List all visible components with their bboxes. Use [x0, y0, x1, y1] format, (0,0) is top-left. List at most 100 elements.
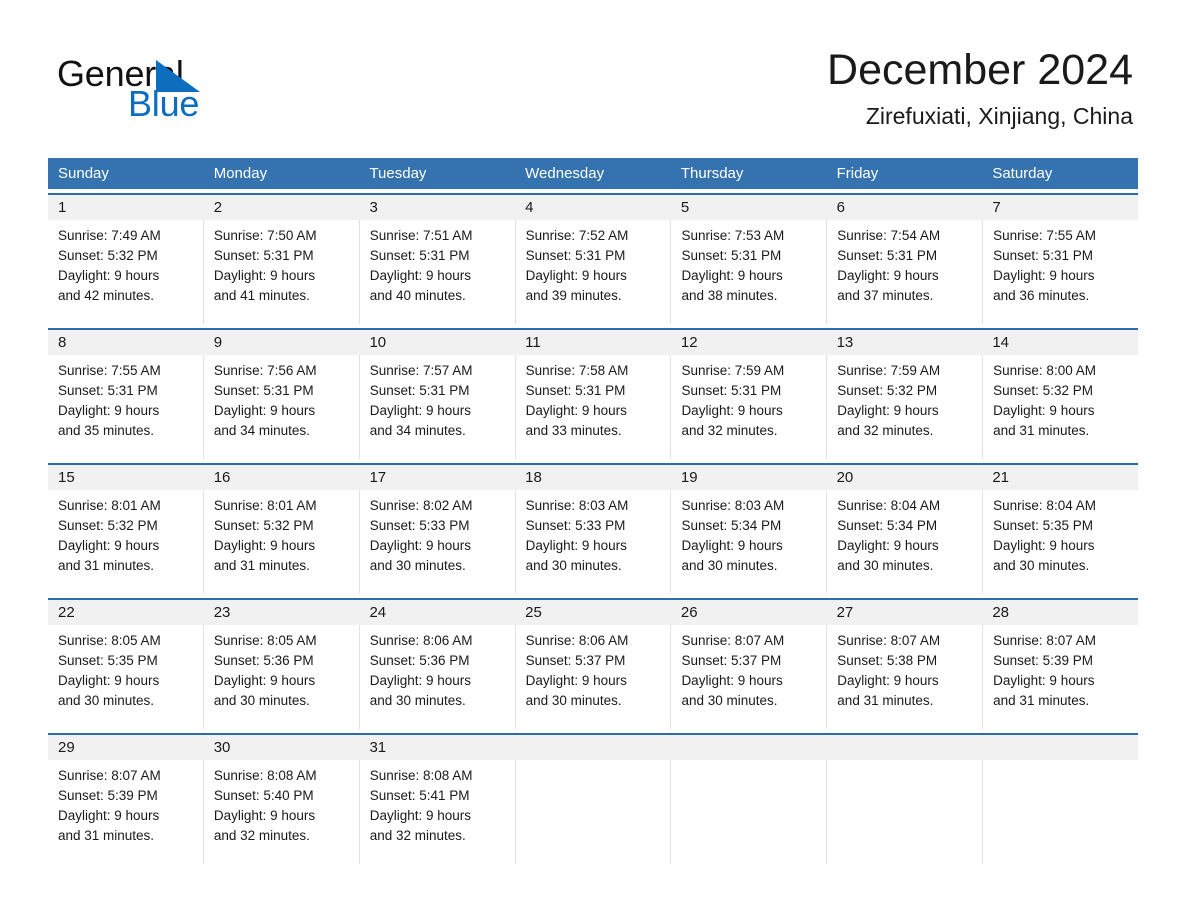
sunset-text: Sunset: 5:31 PM [837, 248, 938, 263]
day-cell[interactable]: Sunrise: 8:01 AM Sunset: 5:32 PM Dayligh… [48, 490, 204, 594]
week-row: 15 16 17 18 19 20 21 Sunrise: 8:01 AM Su… [48, 463, 1138, 594]
day-cell[interactable]: Sunrise: 7:59 AM Sunset: 5:31 PM Dayligh… [671, 355, 828, 459]
day-number[interactable]: 23 [204, 600, 360, 625]
day-number[interactable]: 26 [671, 600, 827, 625]
day-cell[interactable]: Sunrise: 8:06 AM Sunset: 5:36 PM Dayligh… [360, 625, 516, 729]
day-cell[interactable]: Sunrise: 8:04 AM Sunset: 5:35 PM Dayligh… [983, 490, 1138, 594]
sunrise-text: Sunrise: 7:56 AM [213, 363, 317, 378]
day-number[interactable]: 14 [982, 330, 1138, 355]
day-cell[interactable]: Sunrise: 7:55 AM Sunset: 5:31 PM Dayligh… [983, 220, 1138, 324]
week-detail-band: Sunrise: 8:07 AM Sunset: 5:39 PM Dayligh… [48, 760, 1138, 864]
day-cell[interactable]: Sunrise: 7:59 AM Sunset: 5:32 PM Dayligh… [827, 355, 984, 459]
day-cell[interactable]: Sunrise: 7:55 AM Sunset: 5:31 PM Dayligh… [48, 355, 204, 459]
day-number[interactable]: 5 [671, 195, 827, 220]
daylight-text-line2: and 32 minutes. [681, 423, 778, 438]
daylight-text-line2: and 30 minutes. [993, 558, 1090, 573]
day-number[interactable]: 2 [204, 195, 360, 220]
day-number[interactable]: 28 [982, 600, 1138, 625]
sunrise-text: Sunrise: 8:05 AM [58, 633, 161, 648]
day-cell[interactable]: Sunrise: 7:53 AM Sunset: 5:31 PM Dayligh… [671, 220, 828, 324]
sunset-text: Sunset: 5:38 PM [837, 653, 938, 668]
day-number[interactable]: 1 [48, 195, 204, 220]
daylight-text-line2: and 37 minutes. [837, 288, 934, 303]
day-cell[interactable]: Sunrise: 7:49 AM Sunset: 5:32 PM Dayligh… [48, 220, 204, 324]
day-number[interactable]: 16 [204, 465, 360, 490]
day-cell[interactable]: Sunrise: 8:03 AM Sunset: 5:34 PM Dayligh… [671, 490, 828, 594]
day-number[interactable]: 19 [671, 465, 827, 490]
logo-text-blue: Blue [128, 83, 200, 124]
day-number[interactable]: 20 [827, 465, 983, 490]
day-cell[interactable]: Sunrise: 8:03 AM Sunset: 5:33 PM Dayligh… [516, 490, 672, 594]
daylight-text-line1: Daylight: 9 hours [993, 403, 1095, 418]
day-number[interactable]: 4 [515, 195, 671, 220]
day-number[interactable]: 6 [827, 195, 983, 220]
day-number[interactable]: 15 [48, 465, 204, 490]
sunset-text: Sunset: 5:32 PM [58, 248, 158, 263]
day-number[interactable]: 3 [359, 195, 515, 220]
day-cell[interactable]: Sunrise: 8:02 AM Sunset: 5:33 PM Dayligh… [360, 490, 516, 594]
day-cell[interactable]: Sunrise: 8:07 AM Sunset: 5:37 PM Dayligh… [671, 625, 828, 729]
daylight-text-line2: and 30 minutes. [213, 693, 310, 708]
day-cell[interactable]: Sunrise: 7:51 AM Sunset: 5:31 PM Dayligh… [360, 220, 516, 324]
day-number[interactable]: 10 [359, 330, 515, 355]
day-cell[interactable]: Sunrise: 8:04 AM Sunset: 5:34 PM Dayligh… [827, 490, 984, 594]
sunset-text: Sunset: 5:31 PM [213, 383, 314, 398]
general-blue-logo[interactable]: General Blue [57, 54, 287, 126]
day-cell[interactable]: Sunrise: 8:08 AM Sunset: 5:41 PM Dayligh… [360, 760, 516, 864]
day-cell[interactable]: Sunrise: 8:07 AM Sunset: 5:39 PM Dayligh… [48, 760, 204, 864]
day-number[interactable]: 8 [48, 330, 204, 355]
day-number[interactable]: 22 [48, 600, 204, 625]
day-number-empty [671, 735, 827, 760]
day-number[interactable]: 29 [48, 735, 204, 760]
daylight-text-line1: Daylight: 9 hours [213, 808, 316, 823]
day-cell[interactable]: Sunrise: 8:01 AM Sunset: 5:32 PM Dayligh… [204, 490, 360, 594]
sunset-text: Sunset: 5:31 PM [369, 383, 470, 398]
day-cell[interactable]: Sunrise: 7:58 AM Sunset: 5:31 PM Dayligh… [516, 355, 672, 459]
day-cell[interactable]: Sunrise: 8:08 AM Sunset: 5:40 PM Dayligh… [204, 760, 360, 864]
day-cell[interactable]: Sunrise: 8:00 AM Sunset: 5:32 PM Dayligh… [983, 355, 1138, 459]
sunrise-text: Sunrise: 7:57 AM [369, 363, 473, 378]
sunset-text: Sunset: 5:31 PM [58, 383, 158, 398]
sunrise-text: Sunrise: 8:01 AM [213, 498, 317, 513]
day-number[interactable]: 12 [671, 330, 827, 355]
daylight-text-line2: and 30 minutes. [681, 693, 778, 708]
day-cell[interactable]: Sunrise: 8:05 AM Sunset: 5:36 PM Dayligh… [204, 625, 360, 729]
day-cell[interactable]: Sunrise: 8:05 AM Sunset: 5:35 PM Dayligh… [48, 625, 204, 729]
day-number[interactable]: 24 [359, 600, 515, 625]
day-cell-empty [516, 760, 672, 864]
day-number[interactable]: 7 [982, 195, 1138, 220]
day-cell[interactable]: Sunrise: 7:54 AM Sunset: 5:31 PM Dayligh… [827, 220, 984, 324]
daylight-text-line1: Daylight: 9 hours [369, 808, 472, 823]
daylight-text-line2: and 30 minutes. [58, 693, 155, 708]
day-number[interactable]: 25 [515, 600, 671, 625]
day-number[interactable]: 27 [827, 600, 983, 625]
week-detail-band: Sunrise: 7:49 AM Sunset: 5:32 PM Dayligh… [48, 220, 1138, 324]
day-cell[interactable]: Sunrise: 7:52 AM Sunset: 5:31 PM Dayligh… [516, 220, 672, 324]
daylight-text-line1: Daylight: 9 hours [837, 538, 939, 553]
sunrise-text: Sunrise: 7:59 AM [837, 363, 941, 378]
day-number[interactable]: 17 [359, 465, 515, 490]
sunset-text: Sunset: 5:37 PM [525, 653, 626, 668]
week-detail-band: Sunrise: 8:01 AM Sunset: 5:32 PM Dayligh… [48, 490, 1138, 594]
calendar-page: General Blue December 2024 Zirefuxiati, … [0, 0, 1188, 918]
sunrise-text: Sunrise: 7:59 AM [681, 363, 785, 378]
day-cell[interactable]: Sunrise: 7:57 AM Sunset: 5:31 PM Dayligh… [360, 355, 516, 459]
sunrise-text: Sunrise: 8:06 AM [369, 633, 473, 648]
day-number[interactable]: 30 [204, 735, 360, 760]
page-title: December 2024 [827, 46, 1133, 94]
day-cell[interactable]: Sunrise: 8:07 AM Sunset: 5:38 PM Dayligh… [827, 625, 984, 729]
day-cell[interactable]: Sunrise: 7:50 AM Sunset: 5:31 PM Dayligh… [204, 220, 360, 324]
day-number[interactable]: 13 [827, 330, 983, 355]
week-detail-band: Sunrise: 7:55 AM Sunset: 5:31 PM Dayligh… [48, 355, 1138, 459]
day-number-empty [827, 735, 983, 760]
sunset-text: Sunset: 5:39 PM [58, 788, 158, 803]
day-cell[interactable]: Sunrise: 8:07 AM Sunset: 5:39 PM Dayligh… [983, 625, 1138, 729]
calendar-grid: Sunday Monday Tuesday Wednesday Thursday… [48, 158, 1138, 864]
day-cell[interactable]: Sunrise: 8:06 AM Sunset: 5:37 PM Dayligh… [516, 625, 672, 729]
day-cell[interactable]: Sunrise: 7:56 AM Sunset: 5:31 PM Dayligh… [204, 355, 360, 459]
day-number[interactable]: 11 [515, 330, 671, 355]
day-number[interactable]: 21 [982, 465, 1138, 490]
day-number[interactable]: 9 [204, 330, 360, 355]
day-number[interactable]: 31 [359, 735, 515, 760]
day-number[interactable]: 18 [515, 465, 671, 490]
